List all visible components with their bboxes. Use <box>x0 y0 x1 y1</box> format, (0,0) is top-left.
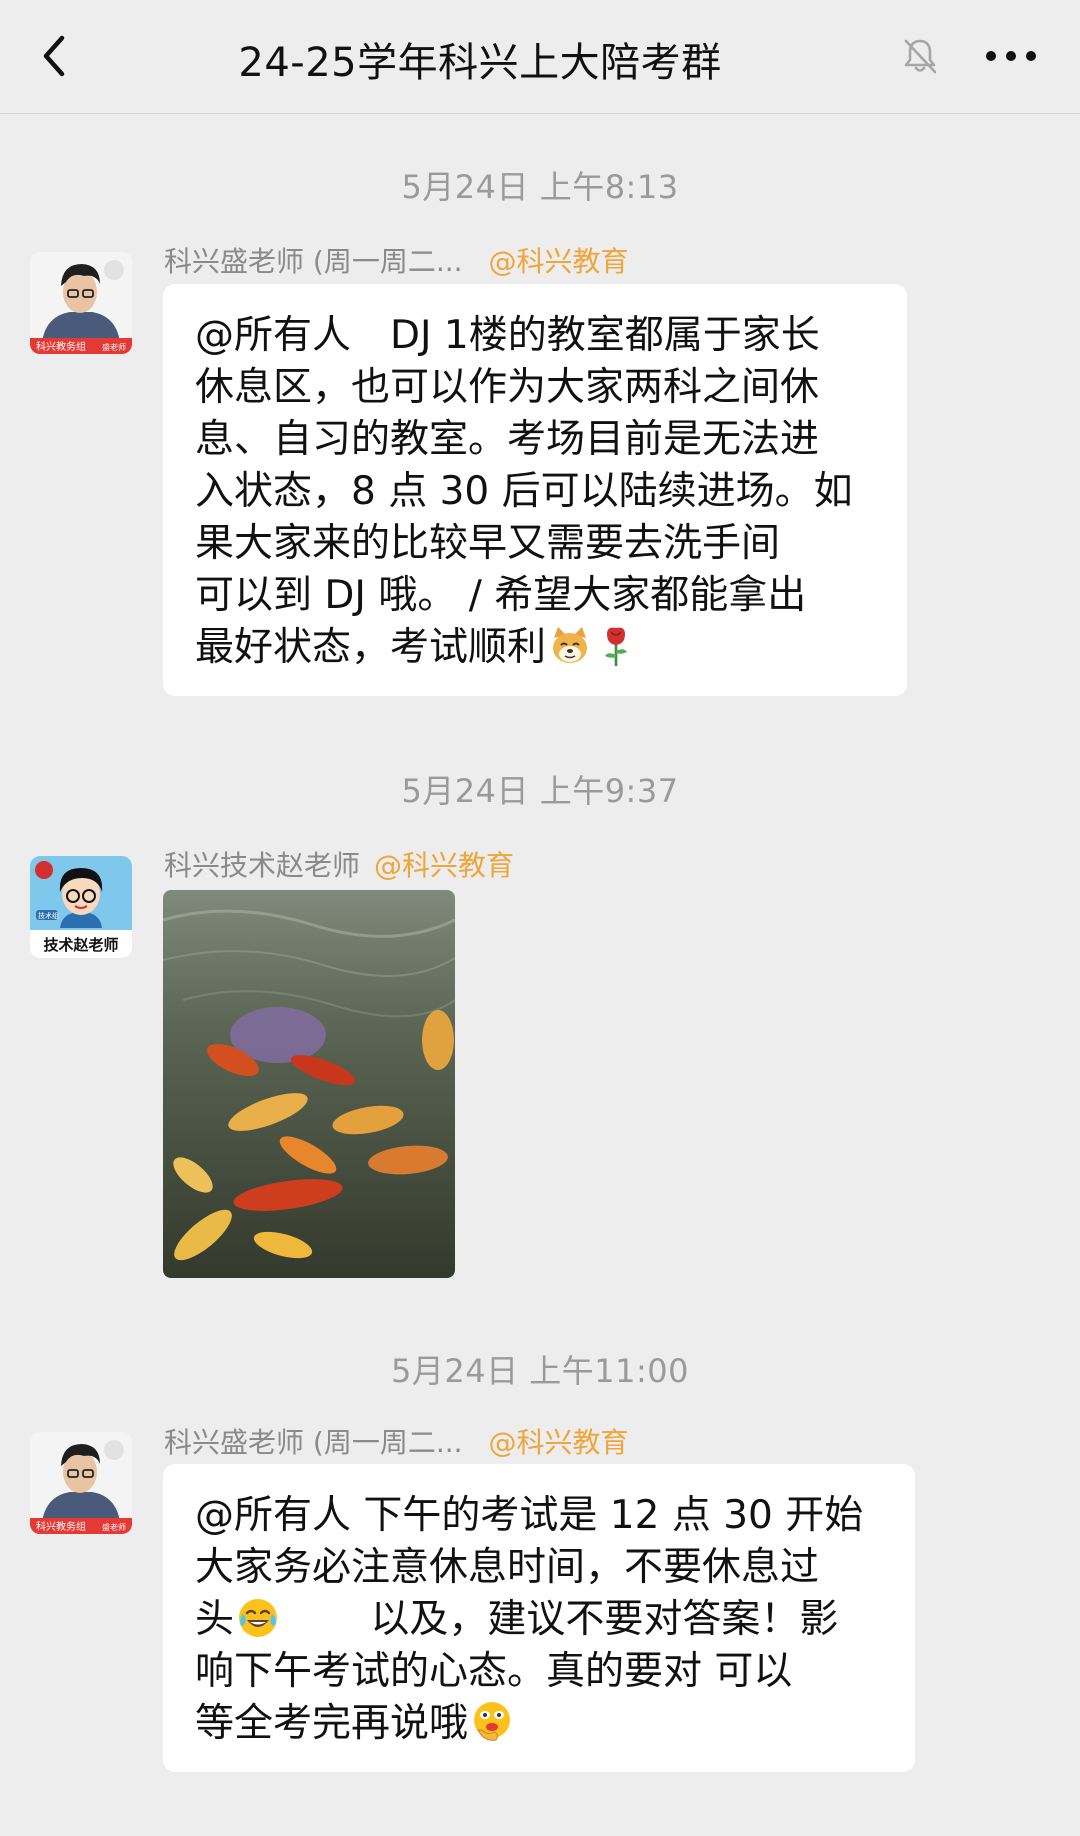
message-line: 休息区，也可以作为大家两科之间休 <box>195 365 820 410</box>
mute-bell-icon <box>898 34 942 78</box>
avatar-zhao-teacher[interactable]: 技术组 技术赵老师 <box>30 856 132 958</box>
message-line: @所有人 DJ 1楼的教室都属于家长 <box>195 313 820 358</box>
tears-of-joy-emoji-icon <box>236 1596 280 1640</box>
teacher-portrait-icon: 科兴教务组 盛老师 <box>30 252 132 354</box>
message-bubble[interactable]: @所有人 下午的考试是 12 点 30 开始 大家务必注意休息时间，不要休息过 … <box>163 1464 915 1772</box>
svg-text:技术赵老师: 技术赵老师 <box>43 936 118 954</box>
sender-line: 科兴盛老师 (周一周二... @科兴教育 <box>164 1421 629 1461</box>
more-dots-icon <box>986 51 1036 61</box>
svg-text:科兴教务组: 科兴教务组 <box>36 1520 86 1533</box>
message-timestamp: 5月24日 上午11:00 <box>391 1352 689 1390</box>
more-options-button[interactable] <box>982 36 1040 76</box>
message-timestamp: 5月24日 上午9:37 <box>401 772 679 810</box>
dog-emoji-icon <box>548 624 592 668</box>
avatar-sheng-teacher[interactable]: 科兴教务组 盛老师 <box>30 1432 132 1534</box>
message-line: 息、自习的教室。考场目前是无法进 <box>195 417 820 462</box>
message-line: 响下午考试的心态。真的要对 可以 <box>195 1649 793 1694</box>
message-line: 入状态，8 点 30 后可以陆续进场。如 <box>195 469 853 514</box>
sender-tag: @科兴教育 <box>488 245 629 278</box>
top-bar: 24-25学年科兴上大陪考群 <box>0 0 1080 114</box>
message-line: 大家务必注意休息时间，不要休息过 <box>195 1545 820 1590</box>
svg-text:科兴教务组: 科兴教务组 <box>36 340 86 353</box>
avatar-sheng-teacher[interactable]: 科兴教务组 盛老师 <box>30 252 132 354</box>
svg-text:盛老师: 盛老师 <box>102 1522 126 1532</box>
cartoon-teacher-icon: 技术组 技术赵老师 <box>30 856 132 958</box>
message-timestamp: 5月24日 上午8:13 <box>401 168 679 206</box>
teacher-portrait-icon: 科兴教务组 盛老师 <box>30 1432 132 1534</box>
message-line: 头 以及，建议不要对答案！影 <box>195 1596 839 1642</box>
koi-fish-image-icon <box>163 890 455 1278</box>
koi-pond-photo[interactable] <box>163 890 455 1278</box>
message-line: 果大家来的比较早又需要去洗手间 <box>195 521 781 566</box>
sender-name[interactable]: 科兴技术赵老师 <box>164 849 360 882</box>
svg-text:技术组: 技术组 <box>38 911 59 920</box>
message-line: 等全考完再说哦 <box>195 1698 885 1750</box>
message-line: @所有人 下午的考试是 12 点 30 开始 <box>195 1493 864 1538</box>
sender-name[interactable]: 科兴盛老师 (周一周二... <box>164 245 463 278</box>
message-bubble[interactable]: @所有人 DJ 1楼的教室都属于家长 休息区，也可以作为大家两科之间休 息、自习… <box>163 284 907 696</box>
sender-name[interactable]: 科兴盛老师 (周一周二... <box>164 1426 463 1459</box>
sender-tag: @科兴教育 <box>488 1426 629 1459</box>
message-line: 最好状态，考试顺利 <box>195 622 877 674</box>
sender-line: 科兴技术赵老师 @科兴教育 <box>164 844 514 884</box>
sender-line: 科兴盛老师 (周一周二... @科兴教育 <box>164 240 629 280</box>
message-line: 可以到 DJ 哦。 / 希望大家都能拿出 <box>195 573 807 618</box>
sender-tag: @科兴教育 <box>374 849 515 882</box>
chat-screen: 24-25学年科兴上大陪考群 5月24日 上午8:13 科兴教务组 盛老师 科兴… <box>0 0 1080 1836</box>
rose-emoji-icon <box>594 624 638 668</box>
svg-text:盛老师: 盛老师 <box>102 342 126 352</box>
face-with-hand-emoji-icon <box>470 1700 514 1744</box>
